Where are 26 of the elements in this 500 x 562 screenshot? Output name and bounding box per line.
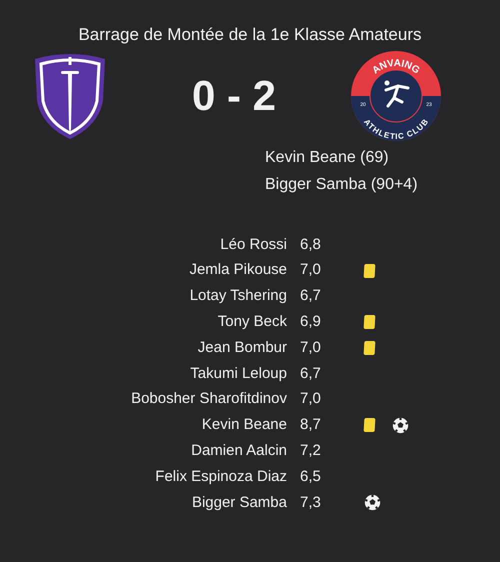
player-rating: 7,2 (300, 441, 322, 462)
player-rating: 7,0 (300, 260, 322, 280)
score: 0 - 2 (192, 75, 276, 117)
player-rating: 6,5 (300, 466, 322, 487)
player-name: Takumi Leloup (189, 364, 287, 384)
player-rating: 6,9 (300, 312, 322, 332)
player-name: Bobosher Sharofitdinov (130, 389, 287, 410)
player-name: Lotay Tshering (188, 286, 287, 306)
player-name: Jemla Pikouse (188, 260, 287, 280)
player-name: Tony Beck (216, 312, 287, 332)
player-name: Kevin Beane (200, 415, 287, 436)
player-name: Felix Espinoza Diaz (154, 466, 287, 487)
player-rating: 8,7 (300, 415, 322, 436)
goal-scorer: Bigger Samba (90+4) (265, 175, 419, 195)
goal-scorer: Kevin Beane (69) (265, 148, 390, 168)
player-rating: 6,7 (300, 286, 322, 306)
player-name: Bigger Samba (190, 492, 287, 513)
player-name: Damien Aalcin (190, 441, 287, 462)
competition-title: Barrage de Montée de la 1e Klasse Amateurs (77, 24, 423, 46)
player-name: Léo Rossi (219, 234, 287, 255)
player-rating: 6,7 (300, 364, 322, 384)
player-rating: 7,3 (300, 492, 322, 513)
player-rating: 7,0 (300, 338, 322, 358)
player-name: Jean Bombur (196, 338, 287, 358)
player-rating: 6,8 (300, 234, 322, 255)
player-rating: 7,0 (300, 389, 322, 410)
